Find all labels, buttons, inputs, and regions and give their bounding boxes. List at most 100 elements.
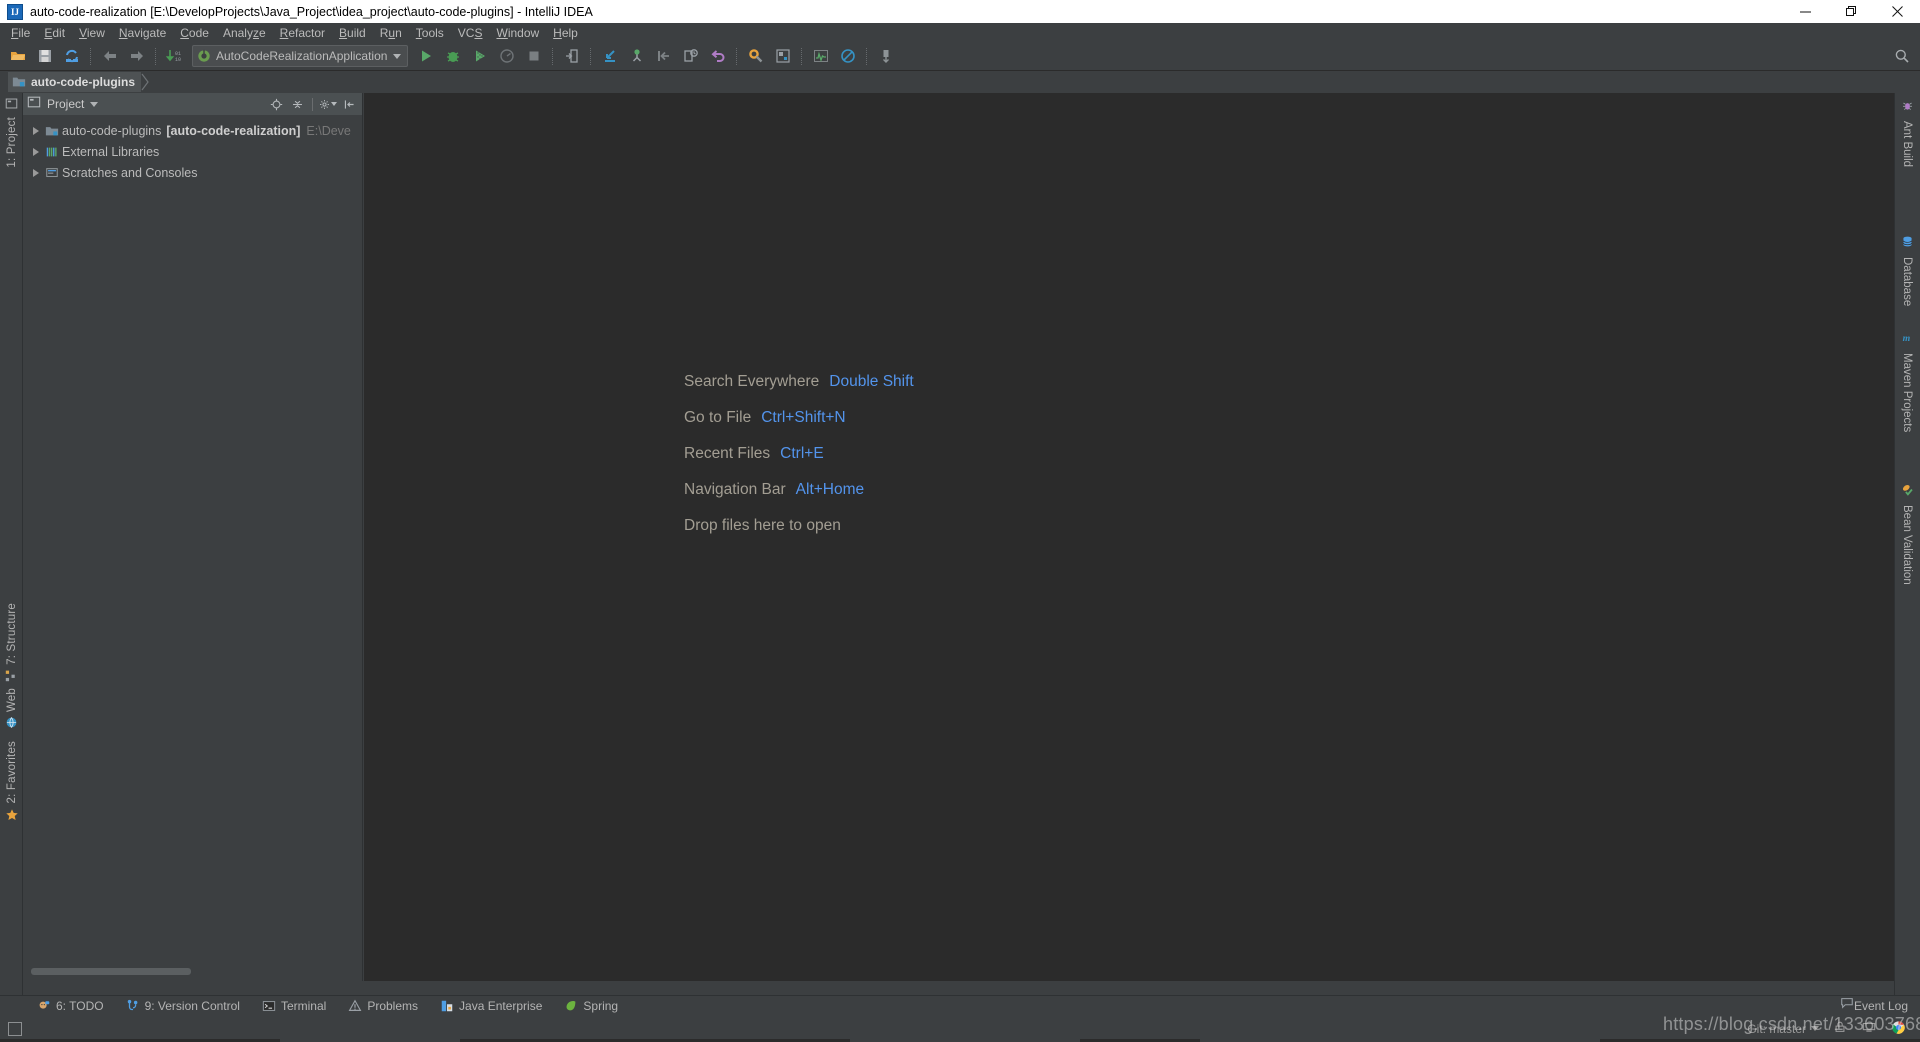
ant-icon <box>1901 99 1914 117</box>
menu-help[interactable]: Help <box>546 24 585 42</box>
spring-leaf-icon <box>564 999 578 1013</box>
menu-window[interactable]: Window <box>489 24 546 42</box>
menu-run[interactable]: Run <box>373 24 409 42</box>
tree-node-label: auto-code-plugins <box>62 123 162 138</box>
run-coverage-icon[interactable] <box>467 44 492 69</box>
drop-files-label: Drop files here to open <box>684 517 841 534</box>
bottom-item-spring[interactable]: Spring <box>553 996 629 1016</box>
terminal-icon <box>262 999 276 1013</box>
sidebar-item-database[interactable]: Database <box>1895 235 1919 306</box>
menu-vcs[interactable]: VCS <box>451 24 490 42</box>
menu-file[interactable]: File <box>4 24 37 42</box>
memory-indicator-icon[interactable] <box>8 1021 22 1036</box>
menu-tools[interactable]: Tools <box>409 24 451 42</box>
menu-code[interactable]: Code <box>173 24 216 42</box>
toolbar-separator <box>866 47 868 65</box>
no-entry-icon[interactable] <box>835 44 860 69</box>
bottom-item-spring-label: Spring <box>583 998 619 1013</box>
project-structure-icon[interactable] <box>770 44 795 69</box>
sidebar-item-maven-projects[interactable]: m Maven Projects <box>1895 331 1919 433</box>
sync-icon[interactable] <box>59 44 84 69</box>
compile-icon[interactable]: 01 10 <box>162 44 187 69</box>
menu-bar: File Edit View Navigate Code Analyze Ref… <box>0 23 1920 42</box>
menu-analyze[interactable]: Analyze <box>216 24 273 42</box>
back-arrow-icon[interactable] <box>97 44 122 69</box>
event-log-label: Event Log <box>1853 998 1908 1013</box>
vcs-branch-icon[interactable] <box>624 44 649 69</box>
exit-icon[interactable] <box>559 44 584 69</box>
run-icon[interactable] <box>413 44 438 69</box>
expand-arrow-icon[interactable] <box>29 147 43 156</box>
intellij-idea-window: IJ auto-code-realization [E:\DevelopProj… <box>0 0 1920 1042</box>
bottom-item-problems[interactable]: Problems <box>337 996 429 1016</box>
sidebar-item-structure[interactable]: 7: Structure <box>0 603 23 685</box>
open-folder-icon[interactable] <box>5 44 30 69</box>
todo-icon <box>37 999 51 1013</box>
run-configuration-selector[interactable]: AutoCodeRealizationApplication <box>192 45 409 67</box>
tree-node-external-libraries[interactable]: External Libraries <box>23 141 362 162</box>
settings-icon[interactable] <box>743 44 768 69</box>
collapse-all-icon[interactable] <box>288 95 306 113</box>
chevron-down-icon[interactable] <box>90 101 99 107</box>
git-branch-widget[interactable]: Git: master <box>1747 1022 1819 1036</box>
expand-arrow-icon[interactable] <box>29 126 43 135</box>
vcs-update-icon[interactable] <box>597 44 622 69</box>
debug-icon[interactable] <box>440 44 465 69</box>
sidebar-item-structure-label: 7: Structure <box>5 603 18 665</box>
balloon-icon <box>1840 996 1854 1015</box>
bottom-item-terminal[interactable]: Terminal <box>251 996 337 1016</box>
module-folder-icon <box>43 124 61 138</box>
vcs-rollback-icon[interactable] <box>705 44 730 69</box>
status-bar-right: Git: master <box>1747 1020 1920 1038</box>
run-configuration-label: AutoCodeRealizationApplication <box>216 49 388 63</box>
sidebar-item-favorites[interactable]: 2: Favorites <box>0 741 23 825</box>
search-everywhere-icon[interactable] <box>1894 48 1910 64</box>
warning-icon <box>348 999 362 1013</box>
lock-icon[interactable] <box>1833 1020 1847 1037</box>
monitor-icon[interactable] <box>1861 1020 1877 1037</box>
gear-icon[interactable] <box>319 95 337 113</box>
sidebar-item-maven-projects-label: Maven Projects <box>1901 353 1913 433</box>
chart-icon[interactable] <box>808 44 833 69</box>
menu-navigate[interactable]: Navigate <box>112 24 173 42</box>
sidebar-item-ant-build[interactable]: Ant Build <box>1895 99 1919 167</box>
menu-refactor[interactable]: Refactor <box>273 24 332 42</box>
java-enterprise-icon <box>440 999 454 1013</box>
menu-edit[interactable]: Edit <box>37 24 72 42</box>
sidebar-item-web[interactable]: Web <box>0 688 23 732</box>
menu-build[interactable]: Build <box>332 24 373 42</box>
vcs-history-icon[interactable] <box>678 44 703 69</box>
chrome-icon[interactable] <box>1891 1020 1906 1038</box>
locate-target-icon[interactable] <box>267 95 285 113</box>
maximize-icon[interactable] <box>1828 0 1874 23</box>
bottom-item-java-enterprise[interactable]: Java Enterprise <box>429 996 553 1016</box>
project-panel-horizontal-scrollbar[interactable] <box>31 968 191 975</box>
bottom-item-todo[interactable]: 6: TODO <box>26 996 115 1016</box>
minimize-icon[interactable] <box>1782 0 1828 23</box>
status-bar-left <box>0 1021 22 1036</box>
tree-node-scratches-and-consoles[interactable]: Scratches and Consoles <box>23 162 362 183</box>
profiler-icon[interactable] <box>494 44 519 69</box>
chevron-down-icon[interactable] <box>1811 1026 1819 1031</box>
sidebar-item-project[interactable]: 1: Project <box>0 97 23 168</box>
close-icon[interactable] <box>1874 0 1920 23</box>
save-all-icon[interactable] <box>32 44 57 69</box>
breadcrumb-auto-code-plugins[interactable]: auto-code-plugins <box>8 72 141 92</box>
menu-view[interactable]: View <box>72 24 112 42</box>
hide-panel-icon[interactable] <box>340 95 358 113</box>
forward-arrow-icon[interactable] <box>124 44 149 69</box>
event-log-group[interactable]: Event Log <box>1840 996 1920 1015</box>
pin-icon[interactable] <box>873 44 898 69</box>
sidebar-item-bean-validation[interactable]: Bean Validation <box>1895 483 1919 585</box>
module-folder-icon <box>12 75 26 89</box>
hint-shortcut: Double Shift <box>829 373 914 390</box>
chevron-down-icon[interactable] <box>393 53 402 59</box>
main-toolbar: 01 10 AutoCodeRealizationApplication <box>0 42 1920 71</box>
editor-scrollbar[interactable] <box>1881 93 1894 981</box>
expand-arrow-icon[interactable] <box>29 168 43 177</box>
tree-node-module: [auto-code-realization] <box>166 123 301 138</box>
bottom-item-version-control[interactable]: 9: Version Control <box>115 996 251 1016</box>
hint-label: Search Everywhere <box>684 373 820 390</box>
tree-node-auto-code-plugins[interactable]: auto-code-plugins [auto-code-realization… <box>23 120 362 141</box>
vcs-push-icon[interactable] <box>651 44 676 69</box>
